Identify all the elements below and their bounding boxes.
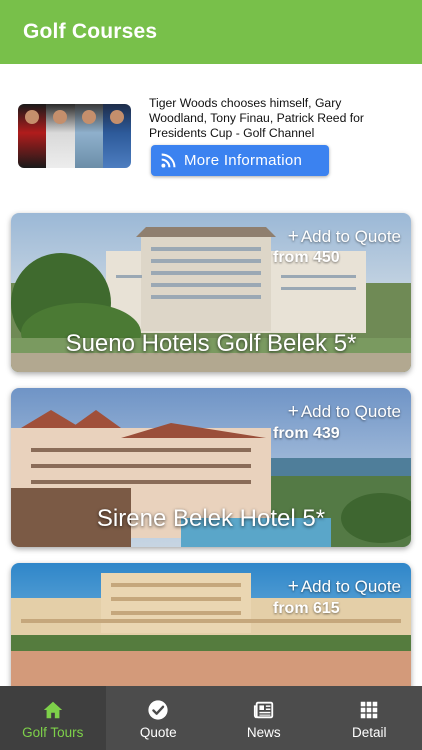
app-header: Golf Courses (0, 0, 422, 64)
tab-quote[interactable]: Quote (106, 686, 212, 750)
news-thumbnail[interactable] (18, 104, 131, 168)
rss-icon (161, 153, 176, 168)
check-circle-icon (148, 700, 168, 720)
hotel-name: Sirene Belek Hotel 5* (96, 505, 326, 532)
news-panel: Tiger Woods chooses himself, Gary Woodla… (0, 64, 422, 200)
more-information-label: More Information (184, 152, 303, 169)
hotel-name: Sueno Hotels Golf Belek 5* (65, 330, 357, 357)
add-to-quote-label: Add to Quote (300, 227, 401, 246)
hotel-price: from 450 (273, 249, 340, 266)
home-icon (43, 701, 62, 719)
add-to-quote-button[interactable]: + Add to Quote (288, 227, 401, 247)
tab-label: Quote (139, 725, 177, 740)
tab-label: News (246, 725, 281, 740)
more-information-button[interactable]: More Information (151, 145, 329, 176)
tab-label: Golf Tours (22, 725, 84, 740)
hotel-card[interactable]: + Add to Quote from 439 Sirene Belek Hot… (11, 388, 411, 547)
grid-icon (361, 701, 378, 719)
newspaper-icon (253, 701, 273, 719)
hotel-price: from 439 (273, 425, 340, 442)
add-to-quote-label: Add to Quote (300, 402, 401, 421)
page-title: Golf Courses (23, 20, 158, 43)
plus-icon: + (287, 226, 299, 247)
hotel-card[interactable]: + Add to Quote from 450 Sueno Hotels Gol… (11, 213, 411, 372)
tab-news[interactable]: News (211, 686, 317, 750)
add-to-quote-label: Add to Quote (300, 577, 401, 596)
plus-icon: + (287, 576, 299, 597)
hotel-price: from 615 (273, 600, 340, 617)
tab-detail[interactable]: Detail (317, 686, 422, 750)
tab-golf-tours[interactable]: Golf Tours (0, 686, 106, 750)
bottom-tab-bar: Golf Tours Quote News Detail (0, 686, 422, 750)
plus-icon: + (287, 401, 299, 422)
add-to-quote-button[interactable]: + Add to Quote (288, 577, 401, 597)
news-headline[interactable]: Tiger Woods chooses himself, Gary Woodla… (149, 96, 399, 141)
tab-label: Detail (351, 725, 387, 740)
add-to-quote-button[interactable]: + Add to Quote (288, 402, 401, 422)
